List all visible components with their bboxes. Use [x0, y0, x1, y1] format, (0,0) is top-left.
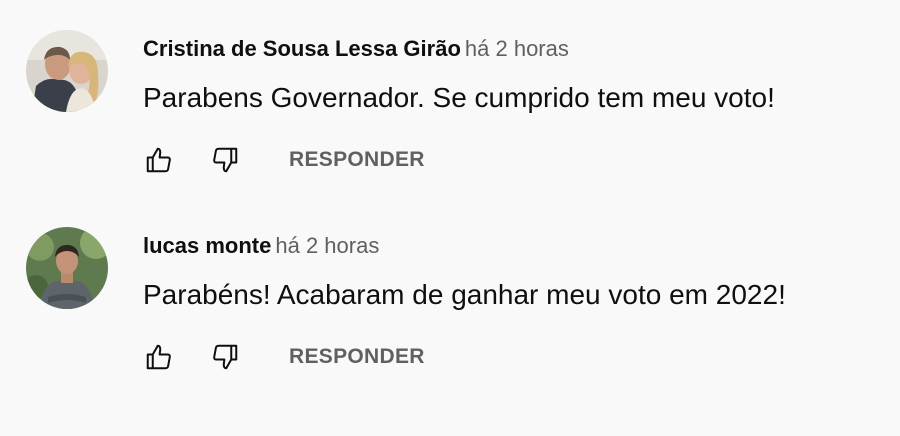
- avatar[interactable]: [26, 30, 108, 112]
- comment-actions: RESPONDER: [143, 142, 425, 178]
- comment-item: lucas monte há 2 horas Parabéns! Acabaram…: [0, 197, 900, 387]
- reply-button[interactable]: RESPONDER: [289, 345, 425, 369]
- thumb-down-icon: [213, 344, 238, 370]
- reply-button[interactable]: RESPONDER: [289, 148, 425, 172]
- comment-timestamp[interactable]: há 2 horas: [465, 36, 569, 61]
- thumb-up-icon: [146, 344, 171, 370]
- comment-text: Parabens Governador. Se cumprido tem meu…: [143, 82, 775, 113]
- like-button[interactable]: [141, 142, 177, 178]
- avatar[interactable]: [26, 227, 108, 309]
- comment-actions: RESPONDER: [143, 339, 425, 375]
- comment-item: Cristina de Sousa Lessa Girão há 2 horas …: [0, 0, 900, 190]
- comment-header: Cristina de Sousa Lessa Girão há 2 horas: [143, 35, 569, 63]
- comment-author[interactable]: Cristina de Sousa Lessa Girão: [143, 36, 461, 61]
- dislike-button[interactable]: [207, 339, 243, 375]
- comment-timestamp[interactable]: há 2 horas: [275, 233, 379, 258]
- comment-header: lucas monte há 2 horas: [143, 232, 379, 260]
- thumb-down-icon: [213, 147, 238, 173]
- comment-text: Parabéns! Acabaram de ganhar meu voto em…: [143, 279, 786, 310]
- comment-author[interactable]: lucas monte: [143, 233, 271, 258]
- thumb-up-icon: [146, 147, 171, 173]
- dislike-button[interactable]: [207, 142, 243, 178]
- like-button[interactable]: [141, 339, 177, 375]
